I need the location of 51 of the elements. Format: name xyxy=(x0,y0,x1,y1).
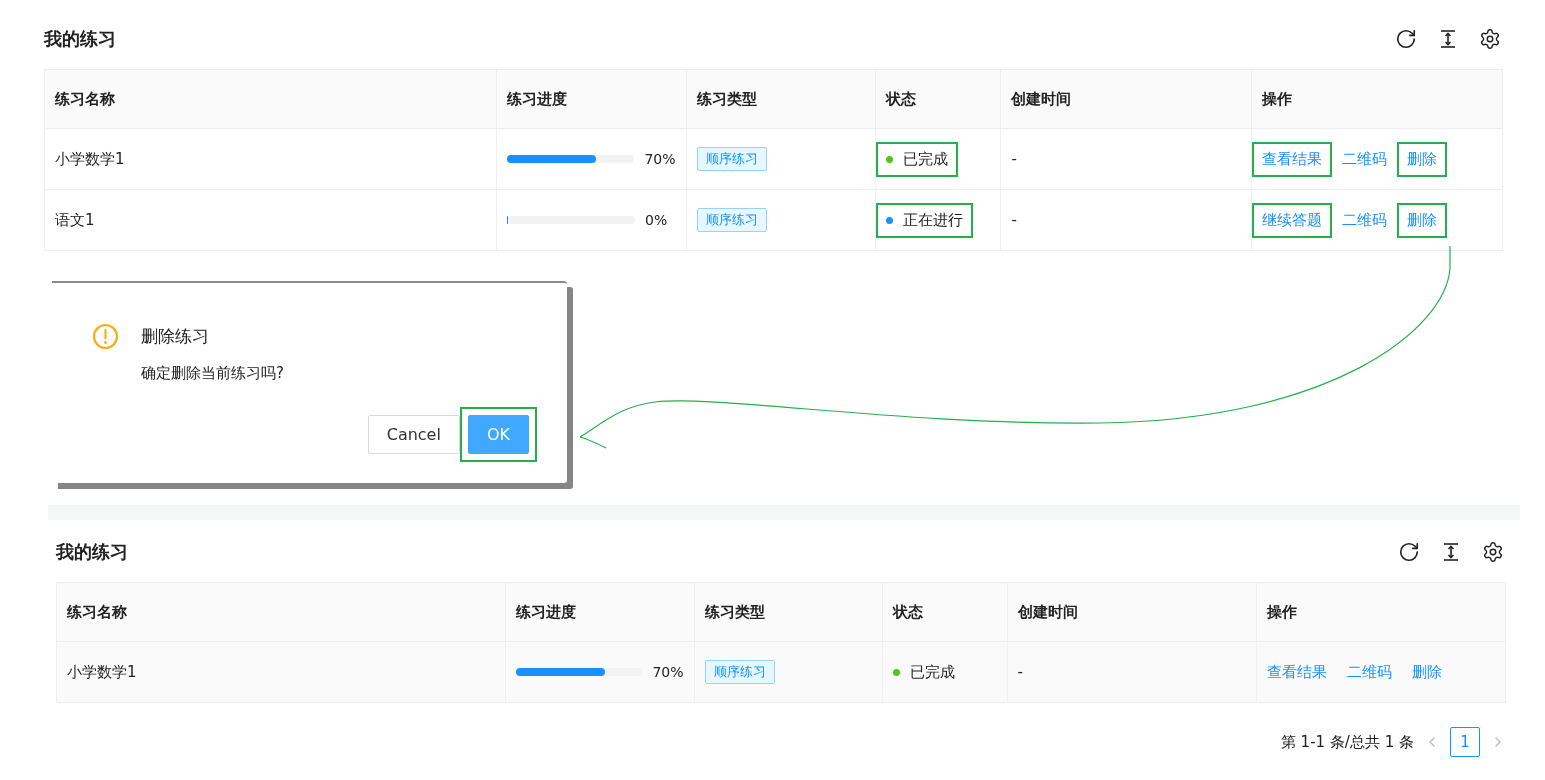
exercise-type-tag: 顺序练习 xyxy=(696,147,767,171)
column-header: 练习类型 xyxy=(686,69,876,129)
column-header: 练习进度 xyxy=(496,69,686,129)
created-time: - xyxy=(1017,663,1023,681)
column-height-icon[interactable] xyxy=(1442,541,1460,562)
action-link[interactable]: 查看结果 xyxy=(1266,662,1327,682)
progress-percent: 70% xyxy=(652,664,684,680)
status-text: 已完成 xyxy=(903,150,949,169)
status-text: 正在进行 xyxy=(903,211,964,230)
reload-icon[interactable] xyxy=(1395,27,1417,50)
action-link[interactable]: 查看结果 xyxy=(1262,149,1323,169)
exercise-name: 语文1 xyxy=(55,210,95,229)
created-time: - xyxy=(1011,150,1017,168)
page-button[interactable]: 1 xyxy=(1450,727,1480,757)
action-link[interactable]: 删除 xyxy=(1407,210,1438,230)
warning-icon xyxy=(92,323,119,350)
pagination-summary: 第 1-1 条/总共 1 条 xyxy=(1280,732,1414,752)
action-link[interactable]: 二维码 xyxy=(1342,210,1388,230)
exercise-name: 小学数学1 xyxy=(67,662,137,681)
settings-icon[interactable] xyxy=(1479,27,1501,50)
exercise-name: 小学数学1 xyxy=(55,149,125,168)
column-header: 创建时间 xyxy=(1000,69,1252,129)
action-link[interactable]: 删除 xyxy=(1411,662,1442,682)
action-link[interactable]: 删除 xyxy=(1407,149,1438,169)
section-title: 我的练习 xyxy=(44,26,116,51)
ok-button[interactable]: OK xyxy=(467,415,529,454)
column-header: 练习名称 xyxy=(44,69,497,129)
section-title: 我的练习 xyxy=(56,539,128,564)
action-link[interactable]: 继续答题 xyxy=(1262,210,1323,230)
dialog-title: 删除练习 xyxy=(141,325,209,348)
progress-percent: 70% xyxy=(644,151,676,167)
dialog-message: 确定删除当前练习吗? xyxy=(141,364,285,383)
column-header: 创建时间 xyxy=(1007,582,1257,642)
exercise-type-tag: 顺序练习 xyxy=(696,208,767,232)
action-link[interactable]: 二维码 xyxy=(1342,149,1388,169)
column-header: 练习类型 xyxy=(694,582,883,642)
created-time: - xyxy=(1011,211,1017,229)
cancel-button[interactable]: Cancel xyxy=(367,415,460,454)
column-header: 练习进度 xyxy=(505,582,695,642)
column-header: 状态 xyxy=(882,582,1007,642)
action-link[interactable]: 二维码 xyxy=(1346,662,1392,682)
exercise-type-tag: 顺序练习 xyxy=(704,660,775,684)
column-header: 状态 xyxy=(875,69,1001,129)
progress-percent: 0% xyxy=(645,212,668,228)
status-text: 已完成 xyxy=(909,663,955,682)
column-header: 操作 xyxy=(1256,582,1506,642)
column-header: 操作 xyxy=(1251,69,1503,129)
column-height-icon[interactable] xyxy=(1439,28,1457,49)
column-header: 练习名称 xyxy=(56,582,506,642)
settings-icon[interactable] xyxy=(1482,540,1504,563)
reload-icon[interactable] xyxy=(1398,540,1420,563)
